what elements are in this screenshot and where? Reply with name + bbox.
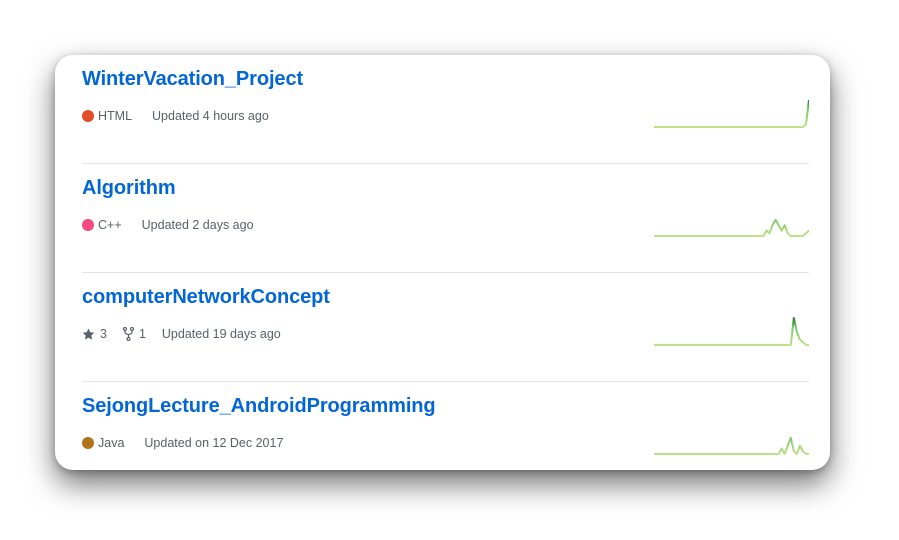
language-label: HTML: [98, 109, 133, 123]
forks-link[interactable]: 1: [122, 327, 146, 341]
sparkline-path: [654, 99, 809, 128]
repo-list-item: WinterVacation_Project HTML Updated 4 ho…: [82, 55, 809, 164]
stars-count: 3: [100, 327, 107, 341]
sparkline-path: [654, 436, 809, 455]
sparkline-path: [654, 218, 809, 237]
forks-count: 1: [138, 327, 146, 341]
repo-name-link[interactable]: computerNetworkConcept: [82, 286, 330, 309]
repo-name-link[interactable]: WinterVacation_Project: [82, 68, 303, 91]
updated-time: Updated 19 days ago: [161, 327, 281, 341]
activity-sparkline: [654, 99, 809, 128]
language-label: C++: [98, 218, 122, 232]
updated-time: Updated 2 days ago: [141, 218, 254, 232]
repo-meta: C++ Updated 2 days ago: [82, 216, 254, 234]
repo-meta: Java Updated on 12 Dec 2017: [82, 434, 283, 452]
language-color-dot: [82, 219, 94, 231]
repo-list-item: SejongLecture_AndroidProgramming Java Up…: [82, 382, 809, 470]
repo-language: C++: [82, 218, 122, 232]
star-icon: [82, 328, 95, 340]
activity-sparkline: [654, 436, 809, 455]
repo-meta: 3 1 Updated 19 days ago: [82, 325, 281, 343]
updated-time: Updated 4 hours ago: [152, 109, 269, 123]
updated-time: Updated on 12 Dec 2017: [144, 436, 284, 450]
repo-name-link[interactable]: Algorithm: [82, 177, 176, 200]
fork-icon: [122, 327, 134, 341]
repo-list-item: computerNetworkConcept 3 1 Updated 19 da…: [82, 273, 809, 382]
activity-sparkline: [654, 317, 809, 346]
repo-list-item: Algorithm C++ Updated 2 days ago: [82, 164, 809, 273]
repository-list: WinterVacation_Project HTML Updated 4 ho…: [55, 55, 830, 470]
language-label: Java: [98, 436, 125, 450]
sparkline-path: [654, 317, 809, 346]
activity-sparkline: [654, 218, 809, 237]
language-color-dot: [82, 437, 94, 449]
repo-language: Java: [82, 436, 124, 450]
repo-meta: HTML Updated 4 hours ago: [82, 107, 269, 125]
repo-name-link[interactable]: SejongLecture_AndroidProgramming: [82, 395, 436, 418]
language-color-dot: [82, 110, 94, 122]
stars-link[interactable]: 3: [82, 327, 107, 341]
repo-language: HTML: [82, 109, 132, 123]
